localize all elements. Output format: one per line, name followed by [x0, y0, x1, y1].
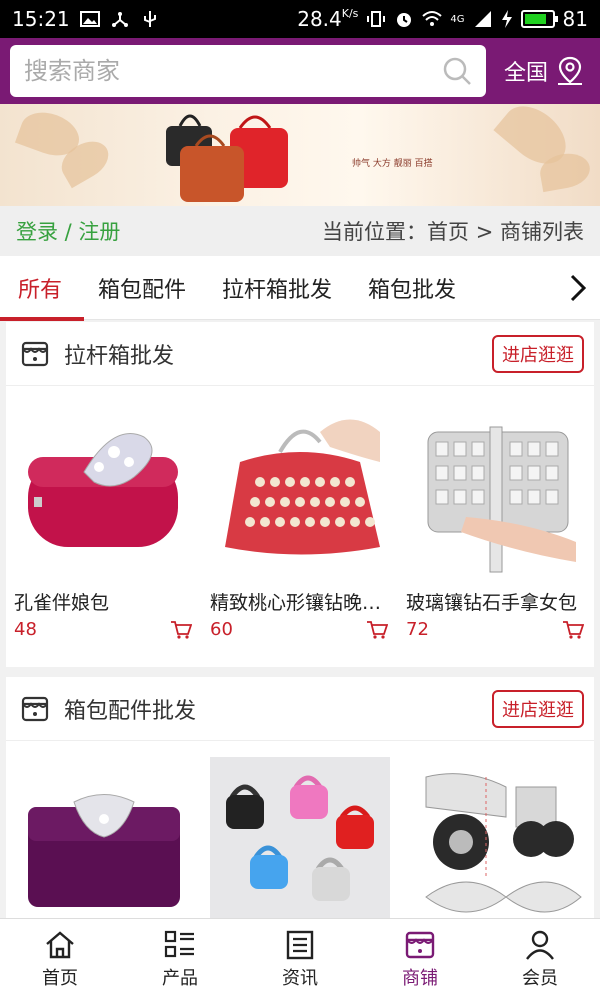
shop-name[interactable]: 拉杆箱批发 — [64, 338, 174, 370]
product-image[interactable] — [14, 757, 194, 918]
product-image[interactable] — [210, 757, 390, 918]
search-input[interactable] — [24, 57, 442, 85]
charging-icon — [501, 10, 512, 28]
shop-card: 拉杆箱批发 进店逛逛 孔雀伴娘包 48 精致桃心形镶钻晚宴包 60 玻璃镶钻石手… — [6, 322, 594, 667]
product-item[interactable] — [14, 757, 194, 918]
home-icon — [46, 930, 74, 958]
shop-card: 箱包配件批发 进店逛逛 — [6, 677, 594, 918]
product-name[interactable]: 玻璃镶钻石手拿女包 — [406, 588, 586, 615]
product-item[interactable] — [210, 757, 390, 918]
handbags-image — [166, 114, 288, 202]
cart-icon[interactable] — [562, 620, 584, 640]
vibrate-icon — [367, 11, 386, 27]
nav-label: 会员 — [522, 967, 558, 989]
product-item[interactable] — [406, 757, 586, 918]
battery-level: 81 — [562, 7, 588, 31]
product-item[interactable]: 孔雀伴娘包 48 — [14, 402, 194, 640]
clock: 15:21 — [12, 7, 70, 31]
status-bar: 15:21 28.4K/s 4G 81 — [0, 0, 600, 38]
enter-shop-button[interactable]: 进店逛逛 — [492, 689, 584, 728]
shop-icon — [405, 931, 435, 958]
nav-label: 首页 — [42, 967, 78, 989]
nav-shops[interactable]: 商铺 — [360, 919, 480, 1000]
breadcrumb-path[interactable]: 首页 > 商铺列表 — [427, 220, 584, 244]
network-speed: 28.4K/s — [297, 7, 359, 31]
nav-home[interactable]: 首页 — [0, 919, 120, 1000]
product-image[interactable] — [406, 402, 586, 582]
search-icon[interactable] — [442, 56, 472, 86]
tab-all[interactable]: 所有 — [0, 256, 85, 321]
image-icon — [79, 11, 100, 27]
product-image[interactable] — [210, 402, 390, 582]
chevron-right-icon — [570, 274, 587, 301]
product-list: 孔雀伴娘包 48 精致桃心形镶钻晚宴包 60 玻璃镶钻石手拿女包 72 — [6, 386, 594, 640]
enter-shop-button[interactable]: 进店逛逛 — [492, 334, 584, 373]
user-icon — [526, 930, 554, 960]
share-icon — [111, 12, 128, 27]
tab-bag-accessories[interactable]: 箱包配件 — [80, 256, 204, 320]
product-item[interactable]: 玻璃镶钻石手拿女包 72 — [406, 402, 586, 640]
signal-icon — [474, 11, 491, 27]
product-image[interactable] — [406, 757, 586, 918]
store-icon — [21, 696, 49, 721]
tab-bag-wholesale[interactable]: 箱包批发 — [350, 256, 474, 320]
list-icon — [164, 930, 194, 957]
store-icon — [21, 341, 49, 366]
product-price: 48 — [14, 619, 37, 640]
category-tabs: 所有 箱包配件 拉杆箱批发 箱包批发 — [0, 256, 600, 321]
location-pin-icon — [558, 56, 582, 85]
nav-member[interactable]: 会员 — [480, 919, 600, 1000]
wifi-icon — [422, 11, 443, 26]
nav-label: 资讯 — [282, 967, 318, 989]
shop-name[interactable]: 箱包配件批发 — [64, 693, 196, 725]
bottom-nav: 首页 产品 资讯 商铺 会员 — [0, 918, 600, 1000]
tabs-scroll-right[interactable] — [556, 256, 600, 320]
shop-header: 箱包配件批发 进店逛逛 — [6, 677, 594, 741]
promo-banner[interactable]: 帅气 大方 靓丽 百搭 — [0, 104, 600, 206]
nav-label: 产品 — [162, 967, 198, 989]
product-price: 60 — [210, 619, 233, 640]
breadcrumb-prefix: 当前位置： — [322, 220, 428, 244]
search-header: 全国 — [0, 38, 600, 104]
network-type: 4G — [450, 13, 465, 25]
product-name[interactable]: 孔雀伴娘包 — [14, 588, 194, 615]
search-box[interactable] — [10, 45, 486, 97]
product-list — [6, 741, 594, 918]
product-name[interactable]: 精致桃心形镶钻晚宴包 — [210, 588, 390, 615]
region-selector[interactable]: 全国 — [504, 55, 590, 87]
nav-label: 商铺 — [402, 967, 438, 989]
nav-news[interactable]: 资讯 — [240, 919, 360, 1000]
alarm-icon — [397, 13, 412, 27]
tab-trolley-wholesale[interactable]: 拉杆箱批发 — [204, 256, 350, 320]
cart-icon[interactable] — [366, 620, 388, 640]
nav-products[interactable]: 产品 — [120, 919, 240, 1000]
breadcrumb-bar: 登录 / 注册 当前位置：首页 > 商铺列表 — [0, 206, 600, 256]
product-image[interactable] — [14, 402, 194, 582]
battery-icon — [520, 10, 558, 28]
shop-header: 拉杆箱批发 进店逛逛 — [6, 322, 594, 386]
product-item[interactable]: 精致桃心形镶钻晚宴包 60 — [210, 402, 390, 640]
breadcrumb: 当前位置：首页 > 商铺列表 — [322, 216, 584, 246]
region-label: 全国 — [503, 61, 548, 86]
cart-icon[interactable] — [170, 620, 192, 640]
login-register-link[interactable]: 登录 / 注册 — [16, 216, 120, 246]
banner-slogan: 帅气 大方 靓丽 百搭 — [352, 159, 433, 169]
news-icon — [286, 930, 314, 959]
usb-icon — [143, 11, 156, 27]
product-price: 72 — [406, 619, 429, 640]
